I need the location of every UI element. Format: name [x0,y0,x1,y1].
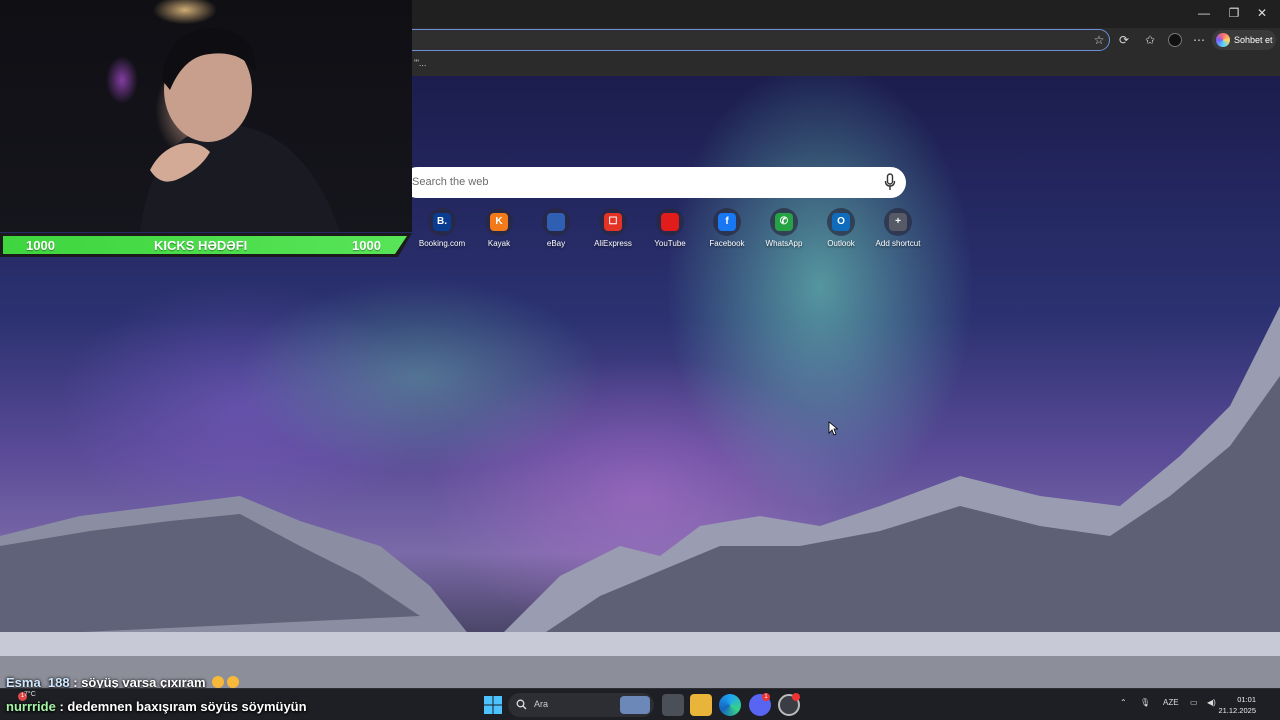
youtube-icon [661,213,679,231]
taskbar-search-label: Ara [534,699,549,709]
microphone-tray-icon[interactable]: 🎙 [1140,698,1150,707]
chat-username: nurrride [6,699,56,714]
search-icon [516,699,527,710]
emoji-icon [212,676,225,688]
copilot-chat-button[interactable]: Sohbet et [1212,30,1276,50]
shortcut-tile[interactable]: eBay [526,208,586,252]
shortcut-label: Kayak [487,239,511,248]
favorites-icon[interactable]: ✩ [1141,32,1159,48]
kicks-target: 1000 [352,238,381,253]
minimize-button[interactable]: — [1194,4,1214,22]
ebay-icon [547,213,565,231]
clock-date: 21.12.2025 [1218,706,1256,715]
copilot-label: Sohbet et [1234,35,1273,45]
shortcut-tile[interactable]: + Add shortcut [868,208,928,252]
extensions-icon[interactable]: ⟳ [1115,32,1133,48]
aliexpress-icon: ☐ [604,213,622,231]
task-view-icon[interactable] [662,694,684,716]
chat-text: dedemnen baxışıram söyüs söymüyün [67,699,307,714]
kicks-current: 1000 [26,238,55,253]
kayak-icon: K [490,213,508,231]
shortcut-label: WhatsApp [765,239,803,248]
kicks-goal-title: KICKS HƏDƏFI [154,238,248,253]
shortcut-bubble: ☐ [599,208,627,236]
show-hidden-icons[interactable]: ⌃ [1120,698,1127,707]
chat-message: nurrride : dedemnen baxışıram söyüs söym… [6,699,307,714]
shortcut-label: Outlook [827,239,855,248]
file-explorer-icon[interactable] [690,694,712,716]
clock-time: 01:01 [1237,695,1256,704]
shortcut-bubble [656,208,684,236]
edge-browser-icon[interactable] [719,694,741,716]
language-indicator[interactable]: AZE [1163,698,1179,707]
search-highlight-icon [620,696,650,714]
search-input[interactable]: Search the web [412,176,488,188]
microphone-icon[interactable] [884,173,896,191]
shortcut-label: Add shortcut [875,239,921,248]
discord-badge: 1 [762,693,770,701]
web-search-box[interactable]: Search the web [402,167,906,198]
shortcut-label: AliExpress [594,239,632,248]
streamer-figure [140,28,340,232]
shortcut-bubble: f [713,208,741,236]
shortcut-label: Facebook [709,239,745,248]
whatsapp-icon: ✆ [775,213,793,231]
shortcut-tile[interactable]: O Outlook [811,208,871,252]
address-bar[interactable] [380,29,1110,51]
shortcut-bubble: ✆ [770,208,798,236]
shortcut-bubble [542,208,570,236]
shortcut-tile[interactable]: ✆ WhatsApp [754,208,814,252]
shortcut-tile[interactable]: ☐ AliExpress [583,208,643,252]
facebook-icon: f [718,213,736,231]
shortcut-tile[interactable]: f Facebook [697,208,757,252]
shortcut-tile[interactable]: YouTube [640,208,700,252]
shortcut-bubble: K [485,208,513,236]
shortcut-tile[interactable]: B. Booking.com [412,208,472,252]
webcam-overlay [0,0,412,232]
shortcut-tile[interactable]: K Kayak [469,208,529,252]
start-button-icon[interactable] [482,694,504,716]
favorites-overflow[interactable]: '"... [414,58,426,68]
booking-icon: B. [433,213,451,231]
shortcut-bubble: + [884,208,912,236]
outlook-icon: O [832,213,850,231]
more-options-icon[interactable]: ⋯ [1190,32,1208,48]
copilot-icon [1216,33,1230,47]
kicks-goal-bar: 1000 KICKS HƏDƏFI 1000 [0,233,412,257]
shortcut-bubble: O [827,208,855,236]
shortcut-label: YouTube [654,239,686,248]
close-window-button[interactable]: ✕ [1252,4,1272,22]
profile-avatar[interactable] [1168,33,1182,47]
network-icon[interactable]: ▭ [1190,698,1198,707]
app-notification-badge [792,693,800,701]
mouse-cursor-icon [828,421,838,436]
system-clock[interactable]: 01:01 21.12.2025 [1218,694,1256,716]
weather-temperature[interactable]: 7°C [24,691,36,698]
emoji-icon [227,676,240,688]
shortcut-label: eBay [546,239,566,248]
favorite-star-icon[interactable]: ☆ [1090,32,1108,48]
shortcut-bubble: B. [428,208,456,236]
taskbar-search[interactable]: Ara [508,693,654,717]
maximize-button[interactable]: ❐ [1224,4,1244,22]
shortcut-label: Booking.com [418,239,466,248]
volume-icon[interactable]: ◀) [1207,698,1216,707]
add-icon: + [889,213,907,231]
